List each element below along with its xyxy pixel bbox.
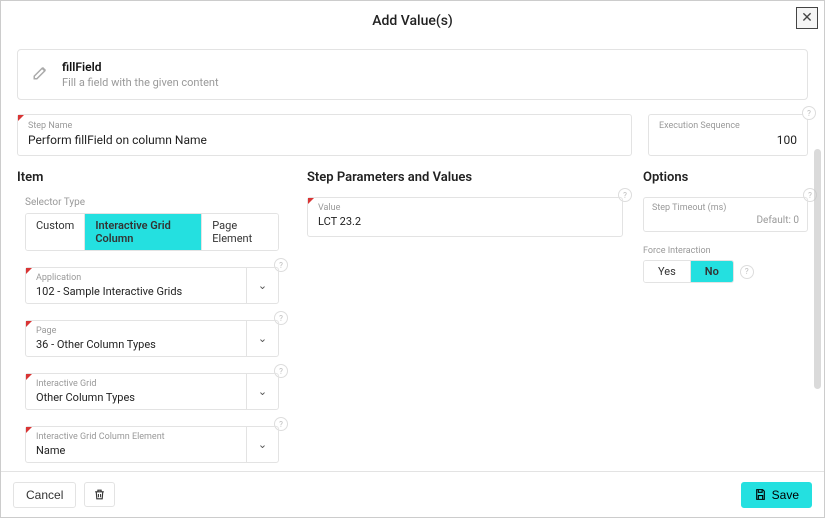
- application-select-wrap: ? Application 102 - Sample Interactive G…: [25, 267, 279, 304]
- selector-type-label: Selector Type: [25, 197, 287, 208]
- action-name: fillField: [62, 60, 219, 74]
- page-select-wrap: ? Page 36 - Other Column Types ⌄: [25, 320, 279, 357]
- step-timeout-default: Default: 0: [652, 215, 799, 226]
- interactive-grid-label: Interactive Grid: [36, 379, 236, 389]
- execution-sequence-label: Execution Sequence: [659, 121, 797, 131]
- step-timeout-field[interactable]: Step Timeout (ms) Default: 0: [643, 197, 808, 232]
- interactive-grid-select[interactable]: Interactive Grid Other Column Types ⌄: [25, 373, 279, 410]
- action-text: fillField Fill a field with the given co…: [62, 60, 219, 89]
- top-row: Step Name Perform fillField on column Na…: [17, 114, 808, 156]
- execution-sequence-field[interactable]: ? Execution Sequence 100: [648, 114, 808, 156]
- modal-footer: Cancel Save: [1, 471, 824, 517]
- step-timeout-label: Step Timeout (ms): [652, 203, 799, 213]
- chevron-down-icon[interactable]: ⌄: [246, 374, 278, 409]
- chevron-down-icon[interactable]: ⌄: [246, 268, 278, 303]
- trash-icon: [93, 488, 106, 501]
- interactive-grid-select-wrap: ? Interactive Grid Other Column Types ⌄: [25, 373, 279, 410]
- force-no-button[interactable]: No: [691, 261, 733, 282]
- columns: Item Selector Type Custom Interactive Gr…: [17, 170, 808, 471]
- selector-type-interactive-grid-column[interactable]: Interactive Grid Column: [85, 214, 202, 250]
- modal-header: Add Value(s) ✕: [1, 1, 824, 41]
- application-value: 102 - Sample Interactive Grids: [36, 285, 236, 298]
- selector-type-custom[interactable]: Custom: [26, 214, 85, 250]
- ig-column-value: Name: [36, 444, 236, 457]
- force-yes-button[interactable]: Yes: [644, 261, 691, 282]
- ig-column-select-wrap: ? Interactive Grid Column Element Name ⌄: [25, 426, 279, 463]
- modal-title: Add Value(s): [372, 13, 453, 29]
- selector-type-page-element[interactable]: Page Element: [202, 214, 278, 250]
- application-label: Application: [36, 273, 236, 283]
- item-section-title: Item: [17, 170, 287, 185]
- delete-button[interactable]: [84, 482, 115, 507]
- force-interaction-segment: Yes No: [643, 260, 734, 283]
- save-icon: [754, 488, 767, 501]
- page-select[interactable]: Page 36 - Other Column Types ⌄: [25, 320, 279, 357]
- page-label: Page: [36, 326, 236, 336]
- scrollbar-thumb[interactable]: [814, 149, 821, 389]
- edit-icon: [32, 63, 50, 81]
- params-section: Step Parameters and Values ? Value LCT 2…: [307, 170, 623, 253]
- close-icon: ✕: [801, 10, 813, 26]
- params-section-title: Step Parameters and Values: [307, 170, 623, 185]
- save-button[interactable]: Save: [741, 482, 812, 508]
- save-label: Save: [772, 488, 799, 502]
- ig-column-label: Interactive Grid Column Element: [36, 432, 236, 442]
- value-label: Value: [318, 203, 612, 213]
- ig-column-select[interactable]: Interactive Grid Column Element Name ⌄: [25, 426, 279, 463]
- step-name-field[interactable]: Step Name Perform fillField on column Na…: [17, 114, 632, 156]
- execution-sequence-value: 100: [659, 133, 797, 149]
- options-section: Options ? Step Timeout (ms) Default: 0 F…: [643, 170, 808, 283]
- force-interaction-group: Yes No ?: [643, 260, 808, 283]
- step-name-label: Step Name: [28, 121, 621, 131]
- step-name-value: Perform fillField on column Name: [28, 133, 621, 149]
- chevron-down-icon[interactable]: ⌄: [246, 427, 278, 462]
- application-select[interactable]: Application 102 - Sample Interactive Gri…: [25, 267, 279, 304]
- value-value: LCT 23.2: [318, 215, 612, 231]
- close-button[interactable]: ✕: [796, 7, 818, 29]
- chevron-down-icon[interactable]: ⌄: [246, 321, 278, 356]
- force-interaction-label: Force Interaction: [643, 246, 808, 256]
- options-section-title: Options: [643, 170, 808, 185]
- value-field-wrap: ? Value LCT 23.2: [307, 197, 623, 237]
- help-icon[interactable]: ?: [802, 106, 816, 120]
- interactive-grid-value: Other Column Types: [36, 391, 236, 404]
- cancel-button[interactable]: Cancel: [13, 482, 76, 508]
- page-value: 36 - Other Column Types: [36, 338, 236, 351]
- action-description: Fill a field with the given content: [62, 76, 219, 89]
- item-section: Item Selector Type Custom Interactive Gr…: [17, 170, 287, 471]
- selector-type-group: Custom Interactive Grid Column Page Elem…: [25, 213, 279, 251]
- add-values-modal: Add Value(s) ✕ fillField Fill a field wi…: [0, 0, 825, 518]
- modal-body[interactable]: fillField Fill a field with the given co…: [1, 41, 824, 471]
- value-field[interactable]: Value LCT 23.2: [307, 197, 623, 237]
- action-card: fillField Fill a field with the given co…: [17, 49, 808, 100]
- help-icon[interactable]: ?: [740, 265, 754, 279]
